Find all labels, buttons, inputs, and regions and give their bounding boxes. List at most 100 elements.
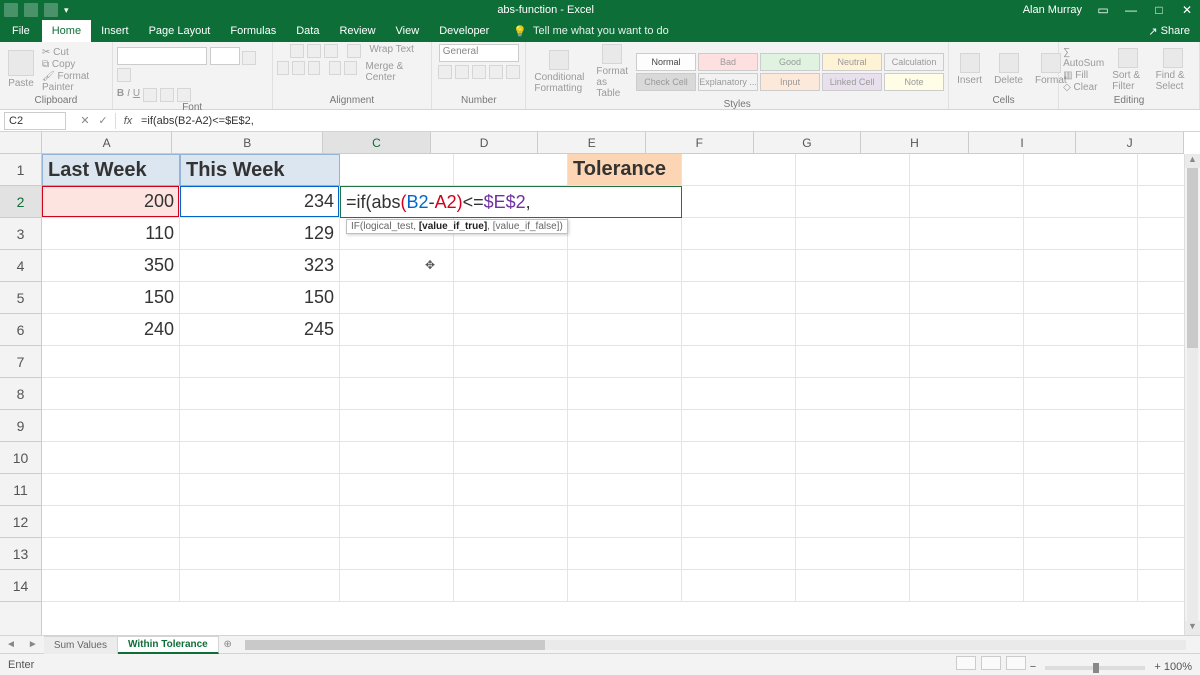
indent-dec-icon[interactable] (329, 61, 341, 75)
cell-G3[interactable] (796, 218, 910, 250)
cell-D14[interactable] (454, 570, 568, 602)
cell-B8[interactable] (180, 378, 340, 410)
qat-undo-icon[interactable] (44, 3, 58, 17)
col-header-I[interactable]: I (969, 132, 1077, 153)
format-painter-button[interactable]: 🖌 Format Painter (42, 71, 108, 93)
cell-D4[interactable] (454, 250, 568, 282)
cell-F8[interactable] (682, 378, 796, 410)
conditional-formatting-button[interactable]: Conditional Formatting (530, 50, 588, 94)
row-header-8[interactable]: 8 (0, 378, 41, 410)
cell-E13[interactable] (568, 538, 682, 570)
cell-B10[interactable] (180, 442, 340, 474)
cell-F13[interactable] (682, 538, 796, 570)
row-header-6[interactable]: 6 (0, 314, 41, 346)
cell-E14[interactable] (568, 570, 682, 602)
cell-G7[interactable] (796, 346, 910, 378)
cell-H4[interactable] (910, 250, 1024, 282)
tab-review[interactable]: Review (329, 20, 385, 42)
row-header-10[interactable]: 10 (0, 442, 41, 474)
cell-C10[interactable] (340, 442, 454, 474)
horizontal-scrollbar[interactable] (245, 640, 1186, 650)
font-color-button[interactable] (177, 88, 191, 102)
cell-I2[interactable] (1024, 186, 1138, 218)
cell-G4[interactable] (796, 250, 910, 282)
underline-button[interactable]: U (133, 88, 140, 102)
col-header-J[interactable]: J (1076, 132, 1184, 153)
tab-file[interactable]: File (0, 20, 42, 42)
delete-cells-button[interactable]: Delete (990, 53, 1027, 86)
cell-H6[interactable] (910, 314, 1024, 346)
cell-G13[interactable] (796, 538, 910, 570)
cell-A2[interactable]: 200 (42, 186, 180, 218)
cell-I13[interactable] (1024, 538, 1138, 570)
cell-H1[interactable] (910, 154, 1024, 186)
view-normal-icon[interactable] (956, 656, 976, 670)
comma-icon[interactable] (472, 65, 486, 79)
cell-A9[interactable] (42, 410, 180, 442)
cell-G1[interactable] (796, 154, 910, 186)
cell-A4[interactable]: 350 (42, 250, 180, 282)
view-page-break-icon[interactable] (1006, 656, 1026, 670)
horizontal-scroll-thumb[interactable] (245, 640, 545, 650)
cell-I11[interactable] (1024, 474, 1138, 506)
cell-F4[interactable] (682, 250, 796, 282)
tab-home[interactable]: Home (42, 20, 91, 42)
cell-G11[interactable] (796, 474, 910, 506)
insert-cells-button[interactable]: Insert (953, 53, 986, 86)
cell-E12[interactable] (568, 506, 682, 538)
cell-E11[interactable] (568, 474, 682, 506)
select-all-corner[interactable] (0, 132, 42, 154)
align-right-icon[interactable] (308, 61, 320, 75)
align-bottom-icon[interactable] (324, 44, 338, 58)
row-header-9[interactable]: 9 (0, 410, 41, 442)
col-header-H[interactable]: H (861, 132, 969, 153)
row-header-1[interactable]: 1 (0, 154, 41, 186)
sheet-tab-within-tolerance[interactable]: Within Tolerance (118, 636, 219, 654)
cell-F7[interactable] (682, 346, 796, 378)
style-calculation[interactable]: Calculation (884, 53, 944, 71)
row-header-5[interactable]: 5 (0, 282, 41, 314)
cell-D7[interactable] (454, 346, 568, 378)
cell-D9[interactable] (454, 410, 568, 442)
fill-color-button[interactable] (160, 88, 174, 102)
cell-H7[interactable] (910, 346, 1024, 378)
cut-button[interactable]: ✂ Cut (42, 47, 108, 58)
cell-H8[interactable] (910, 378, 1024, 410)
cell-H5[interactable] (910, 282, 1024, 314)
find-select-button[interactable]: Find & Select (1152, 48, 1195, 92)
cell-B7[interactable] (180, 346, 340, 378)
cell-C13[interactable] (340, 538, 454, 570)
ribbon-options-icon[interactable]: ▭ (1096, 3, 1110, 17)
cell-H14[interactable] (910, 570, 1024, 602)
cell-H3[interactable] (910, 218, 1024, 250)
cell-C9[interactable] (340, 410, 454, 442)
cell-C4[interactable] (340, 250, 454, 282)
cell-B13[interactable] (180, 538, 340, 570)
cell-C7[interactable] (340, 346, 454, 378)
cell-A1[interactable]: Last Week (42, 154, 180, 186)
cell-H10[interactable] (910, 442, 1024, 474)
cell-A12[interactable] (42, 506, 180, 538)
cell-C8[interactable] (340, 378, 454, 410)
cell-D12[interactable] (454, 506, 568, 538)
scroll-up-icon[interactable]: ▲ (1185, 154, 1200, 168)
sheet-tab-sum-values[interactable]: Sum Values (44, 636, 118, 654)
cell-I10[interactable] (1024, 442, 1138, 474)
cell-H11[interactable] (910, 474, 1024, 506)
cell-E6[interactable] (568, 314, 682, 346)
qat-save-icon[interactable] (24, 3, 38, 17)
align-left-icon[interactable] (277, 61, 289, 75)
cells-area[interactable]: Last WeekThis WeekTolerance2002341101293… (42, 154, 1184, 635)
fill-button[interactable]: ▥ Fill (1063, 70, 1104, 81)
copy-button[interactable]: ⧉ Copy (42, 59, 108, 70)
row-header-14[interactable]: 14 (0, 570, 41, 602)
cell-H9[interactable] (910, 410, 1024, 442)
cell-E4[interactable] (568, 250, 682, 282)
cell-B11[interactable] (180, 474, 340, 506)
cell-D10[interactable] (454, 442, 568, 474)
cancel-edit-icon[interactable]: ✕ (76, 114, 94, 127)
view-page-layout-icon[interactable] (981, 656, 1001, 670)
cell-I4[interactable] (1024, 250, 1138, 282)
style-note[interactable]: Note (884, 73, 944, 91)
cell-F9[interactable] (682, 410, 796, 442)
